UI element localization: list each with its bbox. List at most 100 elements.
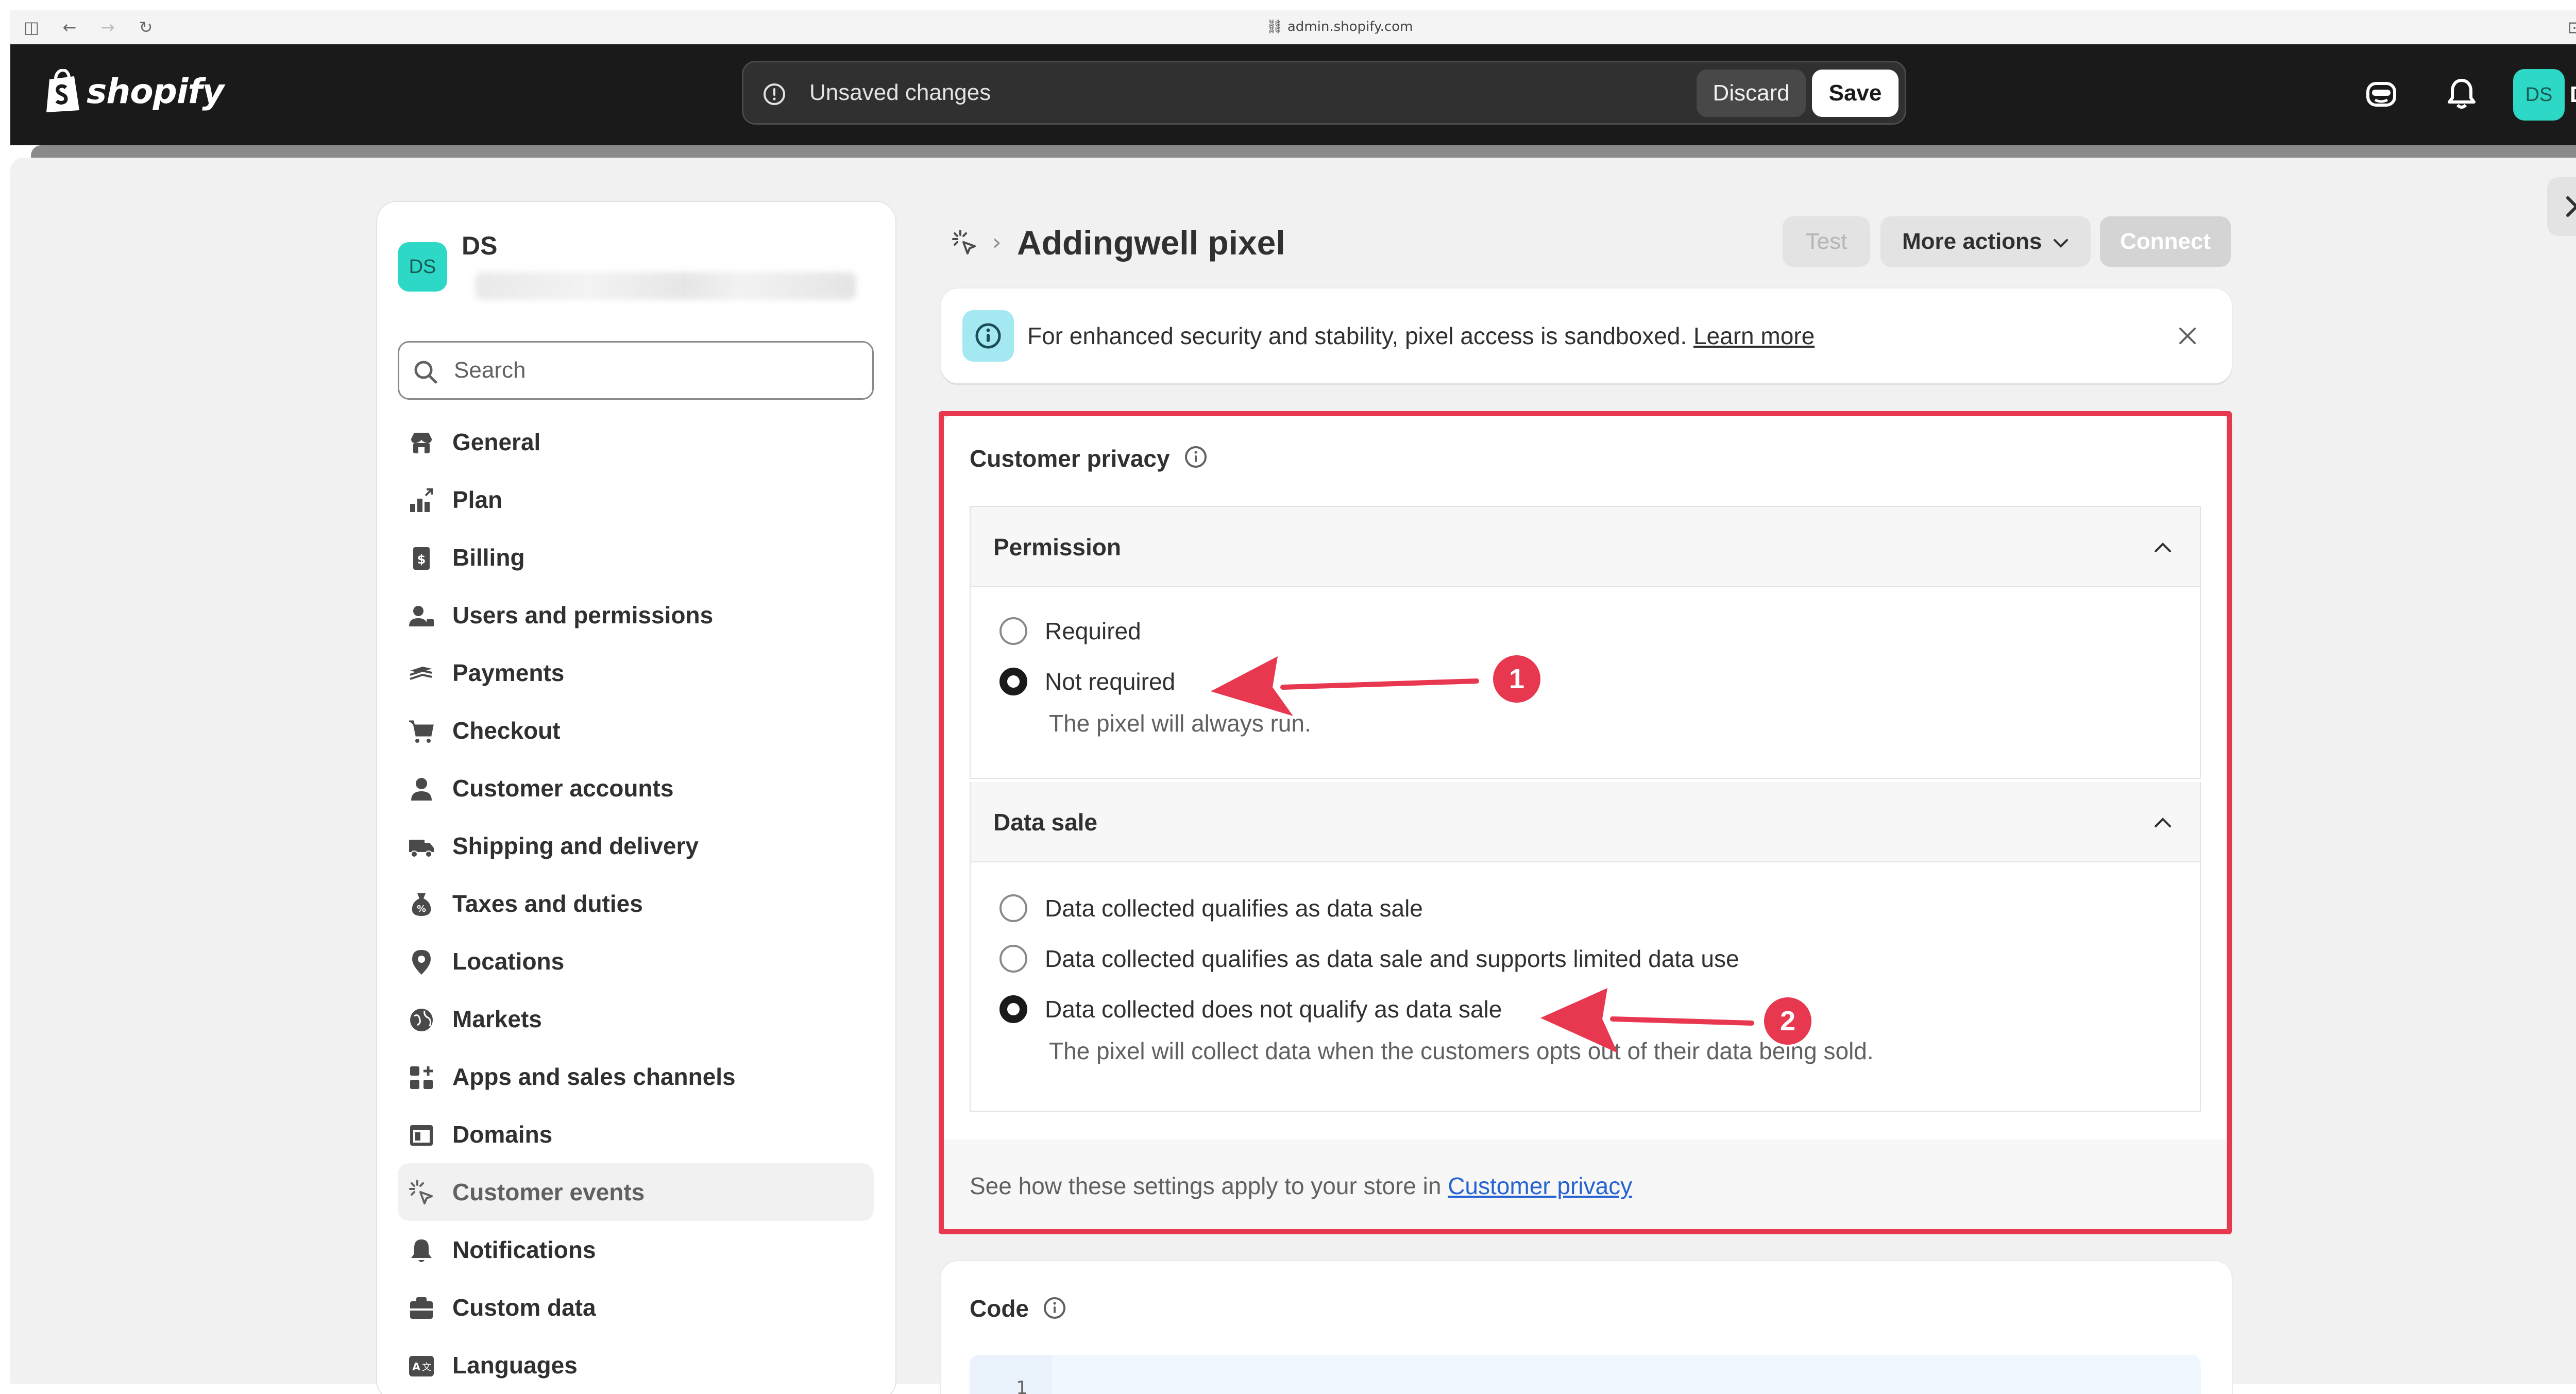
alert-icon	[764, 83, 785, 105]
sidebar-item-locations[interactable]: Locations	[398, 932, 874, 990]
permission-help-text: The pixel will always run.	[1049, 710, 1311, 737]
sidebar-item-customer-accounts[interactable]: Customer accounts	[398, 759, 874, 817]
footer-message: See how these settings apply to your sto…	[970, 1172, 1442, 1199]
data-sale-title: Data sale	[993, 809, 1098, 836]
sidebar-item-label: Billing	[452, 544, 525, 571]
sidebar-item-label: Users and permissions	[452, 602, 714, 628]
radio-label: Data collected qualifies as data sale an…	[1045, 945, 1739, 972]
sidebar-item-label: Customer events	[452, 1179, 645, 1205]
code-card: Code 1	[941, 1261, 2232, 1394]
shopify-bag-icon	[46, 69, 79, 112]
extensions-icon[interactable]: ⊡	[2565, 18, 2576, 37]
sidebar-item-label: Apps and sales channels	[452, 1063, 736, 1090]
permission-section: Permission Required Not required The pix…	[970, 506, 2201, 779]
code-gutter: 1	[970, 1355, 1052, 1394]
sidebar-item-shipping[interactable]: Shipping and delivery	[398, 817, 874, 875]
svg-text:A: A	[412, 1361, 420, 1373]
globe-icon	[410, 1009, 433, 1031]
data-sale-header[interactable]: Data sale	[971, 782, 2200, 862]
languages-icon: A文	[409, 1356, 434, 1376]
info-circle-icon[interactable]	[1183, 444, 1209, 470]
radio-label: Required	[1045, 618, 1141, 644]
truck-icon	[409, 840, 434, 858]
sidebar-item-taxes[interactable]: % Taxes and duties	[398, 875, 874, 932]
sidebar-item-plan[interactable]: Plan	[398, 471, 874, 529]
domains-icon	[410, 1125, 433, 1146]
chevron-up-icon	[2155, 818, 2171, 827]
annotation-badge-2: 2	[1764, 997, 1811, 1045]
sidebar-item-label: Payments	[452, 659, 565, 686]
forward-icon[interactable]: →	[98, 18, 117, 37]
back-icon[interactable]: ←	[60, 18, 79, 37]
sidebar-item-label: Taxes and duties	[452, 890, 643, 917]
billing-icon: $	[413, 547, 430, 570]
sidebar-item-apps[interactable]: Apps and sales channels	[398, 1048, 874, 1106]
permission-header[interactable]: Permission	[971, 507, 2200, 587]
unsaved-changes-bar: Unsaved changes Discard Save	[742, 61, 1906, 125]
test-button[interactable]: Test	[1783, 216, 1870, 267]
sidebar-item-users[interactable]: Users and permissions	[398, 586, 874, 644]
search-placeholder: Search	[454, 358, 526, 383]
close-settings-icon[interactable]	[2547, 177, 2576, 236]
radio-required[interactable]	[999, 617, 1027, 645]
customer-privacy-link[interactable]: Customer privacy	[1448, 1172, 1632, 1199]
store-name: DS	[462, 231, 498, 260]
sidebar-toggle-icon[interactable]: ◫	[22, 18, 41, 37]
code-editor[interactable]: 1	[970, 1355, 2201, 1394]
sidebar-item-label: Shipping and delivery	[452, 832, 699, 859]
banner-message: For enhanced security and stability, pix…	[1027, 322, 1687, 349]
sidebar-item-label: Custom data	[452, 1294, 596, 1321]
banner-text: For enhanced security and stability, pix…	[1027, 288, 1815, 383]
url-text: admin.shopify.com	[1287, 19, 1413, 35]
sidebar-item-customer-events[interactable]: Customer events	[398, 1163, 874, 1221]
store-avatar: DS	[398, 242, 447, 292]
sidebar-item-languages[interactable]: A文 Languages	[398, 1336, 874, 1394]
radio-label: Data collected does not qualify as data …	[1045, 996, 1502, 1023]
sidebar-item-custom-data[interactable]: Custom data	[398, 1279, 874, 1336]
custom-data-icon	[410, 1297, 433, 1319]
connect-button[interactable]: Connect	[2100, 216, 2231, 267]
customer-events-breadcrumb-icon[interactable]	[950, 229, 979, 258]
radio-limited-data-use[interactable]	[999, 945, 1027, 973]
sidebar-item-payments[interactable]: Payments	[398, 644, 874, 702]
save-button[interactable]: Save	[1812, 70, 1899, 117]
radio-label: Not required	[1045, 668, 1176, 695]
sidebar-item-notifications[interactable]: Notifications	[398, 1221, 874, 1279]
sidebar-item-label: Languages	[452, 1352, 578, 1379]
more-actions-button[interactable]: More actions	[1880, 216, 2091, 267]
radio-qualifies[interactable]	[999, 894, 1027, 922]
address-bar[interactable]: ⛓ admin.shopify.com	[1236, 16, 1443, 37]
sidebar-item-domains[interactable]: Domains	[398, 1106, 874, 1163]
admin-topbar: shopify Unsaved changes Discard Save DS …	[10, 44, 2576, 145]
sidebar-item-markets[interactable]: Markets	[398, 990, 874, 1048]
sidekick-icon[interactable]	[2360, 72, 2403, 115]
discard-button[interactable]: Discard	[1697, 70, 1806, 117]
shopify-logo[interactable]: shopify	[42, 68, 224, 114]
sidebar-item-general[interactable]: General	[398, 413, 874, 471]
cart-icon	[409, 720, 434, 743]
location-icon	[412, 950, 431, 975]
dismiss-banner-icon[interactable]	[2176, 325, 2199, 347]
radio-not-required[interactable]	[999, 668, 1027, 695]
users-icon	[409, 606, 434, 626]
notifications-bell-icon[interactable]	[2440, 72, 2483, 115]
browser-chrome: ◫ ← → ↻ ⛓ admin.shopify.com ⊡ ◫	[10, 10, 2576, 44]
learn-more-link[interactable]: Learn more	[1693, 322, 1815, 349]
info-circle-icon[interactable]	[1042, 1295, 1067, 1321]
privacy-footer-text: See how these settings apply to your sto…	[970, 1169, 1632, 1202]
svg-text:文: 文	[422, 1362, 431, 1373]
sidebar-item-billing[interactable]: $ Billing	[398, 529, 874, 586]
reload-icon[interactable]: ↻	[136, 18, 156, 37]
radio-not-qualify[interactable]	[999, 995, 1027, 1023]
sidebar-item-checkout[interactable]: Checkout	[398, 702, 874, 759]
settings-nav: General Plan $ Billing Users and permiss…	[398, 413, 874, 1394]
page-title: Addingwell pixel	[1017, 224, 1285, 262]
user-avatar[interactable]: DS	[2513, 69, 2565, 121]
user-name[interactable]: DS	[2570, 73, 2576, 116]
store-header[interactable]: DS DS	[398, 228, 872, 300]
sidebar-item-label: Locations	[452, 948, 565, 975]
sidebar-item-label: Customer accounts	[452, 775, 674, 802]
data-sale-help-text: The pixel will collect data when the cus…	[1049, 1038, 1874, 1064]
settings-search-input[interactable]: Search	[398, 341, 874, 400]
radio-label: Data collected qualifies as data sale	[1045, 895, 1423, 922]
